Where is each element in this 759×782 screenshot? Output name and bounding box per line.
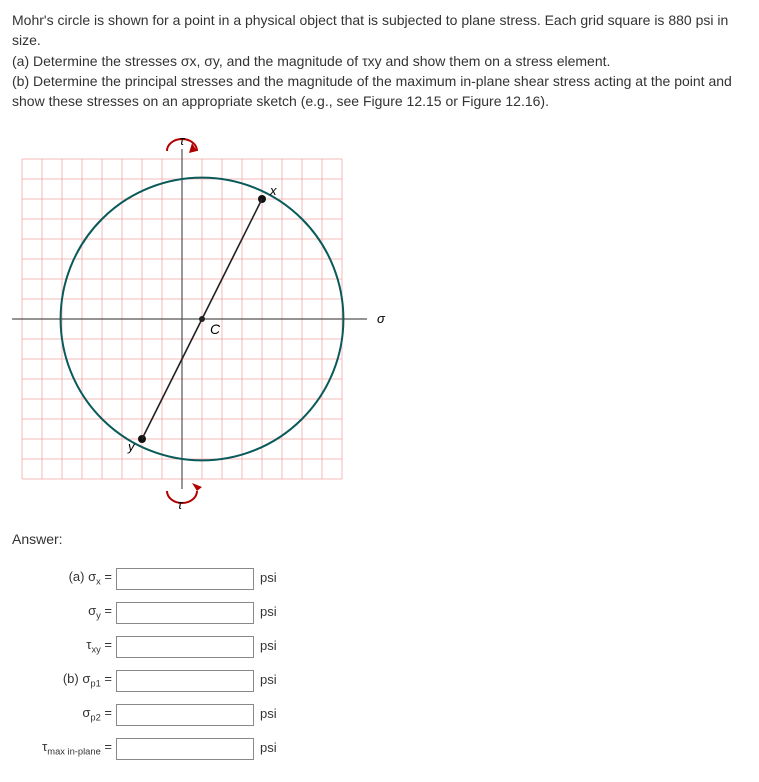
center-label: C	[210, 321, 221, 337]
input-tau-max[interactable]	[116, 738, 254, 760]
unit-sigma-p2: psi	[260, 705, 277, 724]
unit-tau-xy: psi	[260, 637, 277, 656]
input-sigma-p1[interactable]	[116, 670, 254, 692]
answer-heading: Answer:	[12, 529, 747, 549]
input-sigma-y[interactable]	[116, 602, 254, 624]
input-sigma-p2[interactable]	[116, 704, 254, 726]
tau-axis-label: τ	[180, 133, 186, 148]
label-sigma-p2: σp2 =	[12, 704, 116, 725]
input-tau-xy[interactable]	[116, 636, 254, 658]
part-a-text: (a) Determine the stresses σx, σy, and t…	[12, 53, 610, 69]
mohrs-circle-diagram: τ τ σ C x y	[12, 129, 392, 509]
unit-sigma-x: psi	[260, 569, 277, 588]
point-x-label: x	[269, 183, 277, 198]
row-tau-xy: τxy = psi	[12, 636, 747, 658]
mohrs-circle-svg: τ τ σ C x y	[12, 129, 392, 509]
label-sigma-p1: (b) σp1 =	[12, 670, 116, 691]
part-b-text: (b) Determine the principal stresses and…	[12, 73, 732, 109]
label-sigma-y: σy =	[12, 602, 116, 623]
problem-statement: Mohr's circle is shown for a point in a …	[12, 10, 747, 111]
row-sigma-p1: (b) σp1 = psi	[12, 670, 747, 692]
tau-bottom-arrow-icon	[167, 483, 202, 503]
row-sigma-y: σy = psi	[12, 602, 747, 624]
point-y-label: y	[127, 439, 136, 454]
label-tau-max: τmax in-plane =	[12, 738, 116, 759]
row-sigma-x: (a) σx = psi	[12, 568, 747, 590]
label-sigma-x: (a) σx =	[12, 568, 116, 589]
unit-tau-max: psi	[260, 739, 277, 758]
answer-section: Answer: (a) σx = psi σy = psi τxy = psi …	[12, 529, 747, 759]
unit-sigma-y: psi	[260, 603, 277, 622]
intro-text: Mohr's circle is shown for a point in a …	[12, 12, 728, 48]
label-tau-xy: τxy =	[12, 636, 116, 657]
unit-sigma-p1: psi	[260, 671, 277, 690]
input-sigma-x[interactable]	[116, 568, 254, 590]
row-sigma-p2: σp2 = psi	[12, 704, 747, 726]
sigma-axis-label: σ	[377, 311, 386, 326]
row-tau-max: τmax in-plane = psi	[12, 738, 747, 760]
